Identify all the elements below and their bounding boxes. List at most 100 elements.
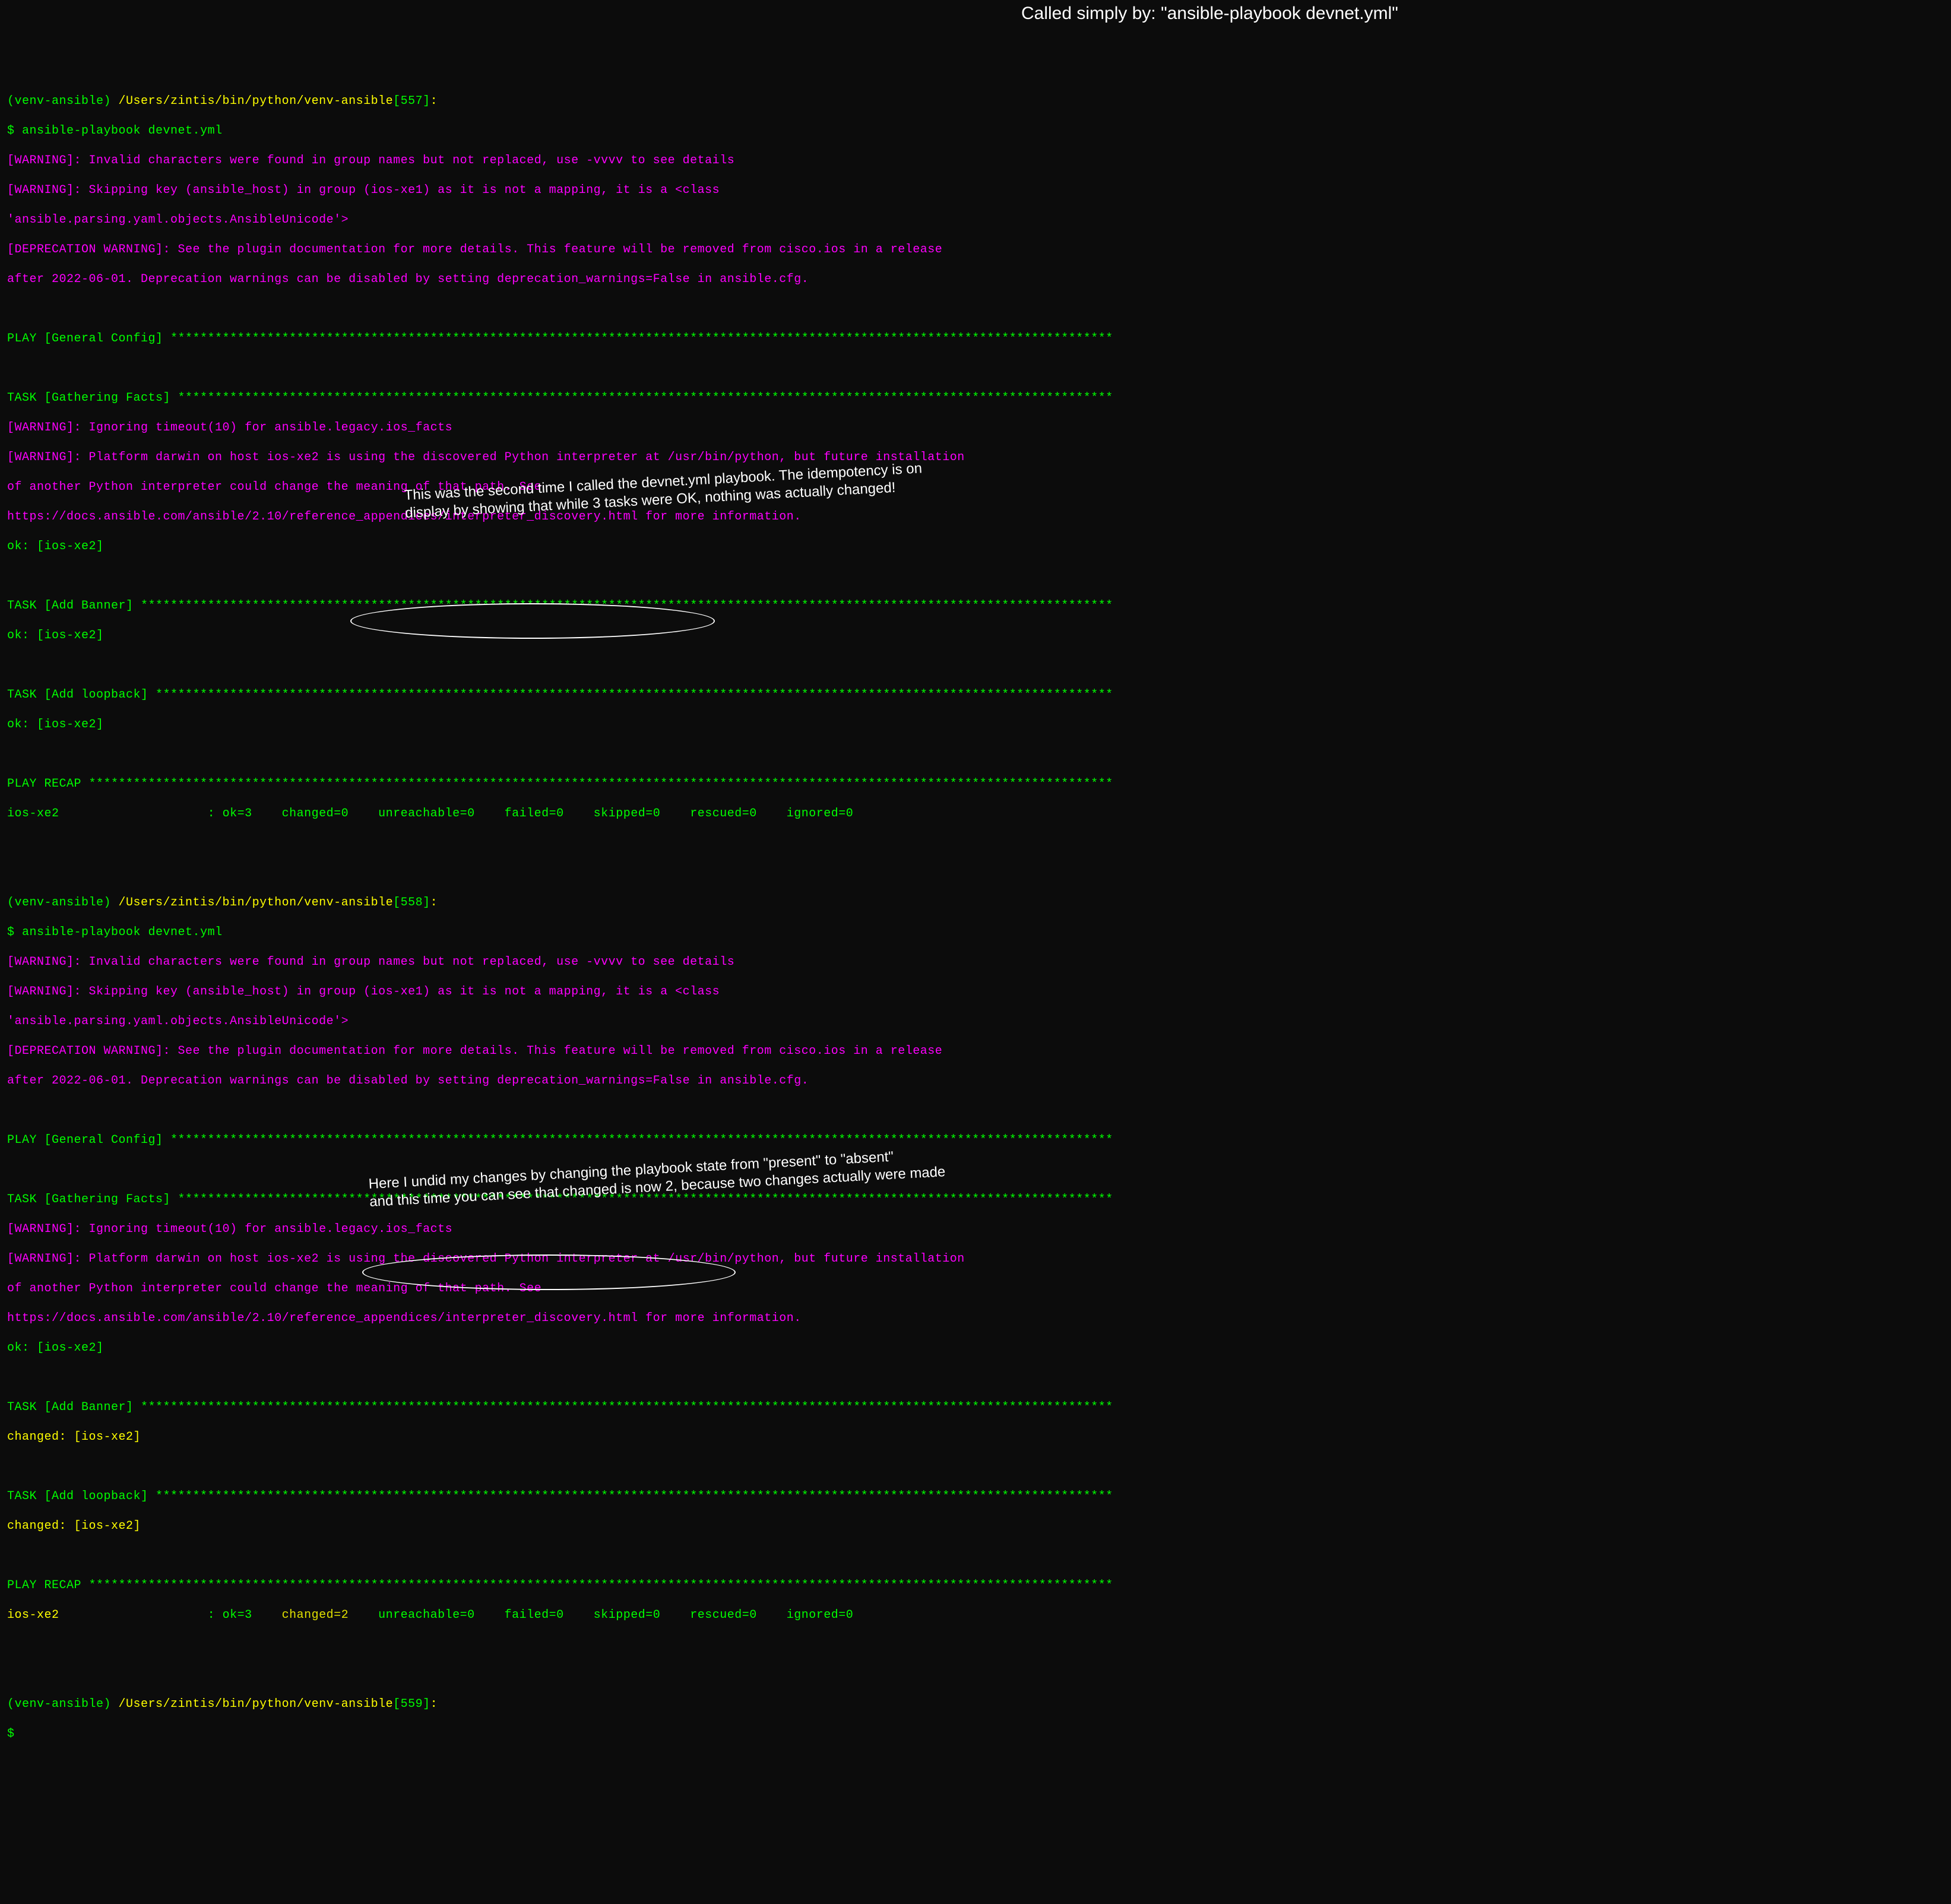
command-text: ansible-playbook devnet.yml (22, 124, 223, 138)
play-general-config: PLAY [General Config] ******************… (7, 331, 1944, 346)
warning-skipkey-l2: 'ansible.parsing.yaml.objects.AnsibleUni… (7, 213, 1944, 227)
ok-host-banner: ok: [ios-xe2] (7, 628, 1944, 643)
blank (7, 361, 1944, 376)
highlight-ellipse-recap-2 (362, 1254, 736, 1290)
task-label: TASK [Gathering Facts] (7, 1193, 178, 1206)
history-number: [559] (393, 1697, 430, 1711)
blank (7, 1637, 1944, 1652)
task-fill: ****************************************… (156, 688, 1113, 702)
prompt-dollar: $ (7, 1727, 15, 1741)
command-line-559[interactable]: $ (7, 1726, 1944, 1741)
venv-label: (venv-ansible) (7, 94, 119, 108)
cwd-path: /Users/zintis/bin/python/venv-ansible (119, 94, 394, 108)
blank (7, 1103, 1944, 1118)
play-general-config: PLAY [General Config] ******************… (7, 1133, 1944, 1148)
recap-host: ios-xe2 (7, 807, 208, 820)
recap-host: ios-xe2 (7, 1608, 208, 1622)
warning-platform-l2: of another Python interpreter could chan… (7, 1281, 1944, 1296)
recap-rest: unreachable=0 failed=0 skipped=0 rescued… (371, 807, 854, 820)
task-add-loopback: TASK [Add loopback] ********************… (7, 688, 1944, 702)
warning-platform-l3: https://docs.ansible.com/ansible/2.10/re… (7, 509, 1944, 524)
warning-groupnames: [WARNING]: Invalid characters were found… (7, 955, 1944, 970)
venv-label: (venv-ansible) (7, 1697, 119, 1711)
command-line-557[interactable]: $ ansible-playbook devnet.yml (7, 123, 1944, 138)
recap-changed: changed=2 (274, 1608, 371, 1622)
ok-host-loopback: ok: [ios-xe2] (7, 717, 1944, 732)
deprecation-warning-l1: [DEPRECATION WARNING]: See the plugin do… (7, 1044, 1944, 1059)
warning-skipkey-l1: [WARNING]: Skipping key (ansible_host) i… (7, 183, 1944, 198)
command-text: ansible-playbook devnet.yml (22, 926, 223, 939)
task-gathering-facts: TASK [Gathering Facts] *****************… (7, 391, 1944, 405)
recap-label: PLAY RECAP (7, 777, 89, 791)
play-label: PLAY [General Config] (7, 1133, 170, 1147)
task-add-banner: TASK [Add Banner] **********************… (7, 598, 1944, 613)
task-fill: ****************************************… (141, 1401, 1113, 1414)
task-label: TASK [Gathering Facts] (7, 391, 178, 405)
warning-skipkey-l1: [WARNING]: Skipping key (ansible_host) i… (7, 984, 1944, 999)
task-fill: ****************************************… (178, 391, 1113, 405)
play-recap-header: PLAY RECAP *****************************… (7, 777, 1944, 791)
highlight-ellipse-recap-1 (350, 603, 715, 639)
changed-host-loopback: changed: [ios-xe2] (7, 1519, 1944, 1534)
task-add-banner: TASK [Add Banner] **********************… (7, 1400, 1944, 1415)
play-recap-row-1: ios-xe2 : ok=3 changed=0 unreachable=0 f… (7, 806, 1944, 821)
warning-platform-l1: [WARNING]: Platform darwin on host ios-x… (7, 1252, 1944, 1266)
blank (7, 302, 1944, 316)
blank (7, 658, 1944, 673)
task-label: TASK [Add loopback] (7, 688, 156, 702)
recap-fill: ****************************************… (89, 1579, 1113, 1592)
task-add-loopback: TASK [Add loopback] ********************… (7, 1489, 1944, 1504)
task-gathering-facts: TASK [Gathering Facts] *****************… (7, 1192, 1944, 1207)
play-fill: ****************************************… (170, 332, 1113, 346)
recap-ok: ok=3 (223, 807, 275, 820)
blank (7, 747, 1944, 762)
recap-ok: ok=3 (223, 1608, 275, 1622)
blank (7, 1459, 1944, 1474)
recap-label: PLAY RECAP (7, 1579, 89, 1592)
blank (7, 1162, 1944, 1177)
blank (7, 569, 1944, 584)
deprecation-warning-l2: after 2022-06-01. Deprecation warnings c… (7, 272, 1944, 287)
recap-fill: ****************************************… (89, 777, 1113, 791)
prompt-line-559: (venv-ansible) /Users/zintis/bin/python/… (7, 1697, 1944, 1712)
blank (7, 1370, 1944, 1385)
overlay-caption-top: Called simply by: "ansible-playbook devn… (1021, 2, 1398, 25)
prompt-colon: : (430, 1697, 438, 1711)
deprecation-warning-l1: [DEPRECATION WARNING]: See the plugin do… (7, 242, 1944, 257)
venv-label: (venv-ansible) (7, 896, 119, 910)
recap-rest: unreachable=0 failed=0 skipped=0 rescued… (371, 1608, 854, 1622)
recap-sep: : (208, 1608, 223, 1622)
changed-host-banner: changed: [ios-xe2] (7, 1430, 1944, 1444)
command-line-558[interactable]: $ ansible-playbook devnet.yml (7, 925, 1944, 940)
prompt-colon: : (430, 94, 438, 108)
warning-skipkey-l2: 'ansible.parsing.yaml.objects.AnsibleUni… (7, 1014, 1944, 1029)
warning-timeout: [WARNING]: Ignoring timeout(10) for ansi… (7, 1222, 1944, 1237)
prompt-line-558: (venv-ansible) /Users/zintis/bin/python/… (7, 895, 1944, 910)
cwd-path: /Users/zintis/bin/python/venv-ansible (119, 1697, 394, 1711)
prompt-dollar: $ (7, 926, 22, 939)
play-recap-row-2: ios-xe2 : ok=3 changed=2 unreachable=0 f… (7, 1608, 1944, 1623)
warning-platform-l2: of another Python interpreter could chan… (7, 480, 1944, 495)
history-number: [558] (393, 896, 430, 910)
recap-changed: changed=0 (274, 807, 371, 820)
blank (7, 1548, 1944, 1563)
warning-platform-l1: [WARNING]: Platform darwin on host ios-x… (7, 450, 1944, 465)
task-fill: ****************************************… (156, 1490, 1113, 1503)
ok-host-facts: ok: [ios-xe2] (7, 539, 1944, 554)
cwd-path: /Users/zintis/bin/python/venv-ansible (119, 896, 394, 910)
task-label: TASK [Add loopback] (7, 1490, 156, 1503)
prompt-line-557: (venv-ansible) /Users/zintis/bin/python/… (7, 94, 1944, 109)
play-fill: ****************************************… (170, 1133, 1113, 1147)
play-recap-header: PLAY RECAP *****************************… (7, 1578, 1944, 1593)
terminal-window[interactable]: Called simply by: "ansible-playbook devn… (0, 0, 1951, 1904)
deprecation-warning-l2: after 2022-06-01. Deprecation warnings c… (7, 1073, 1944, 1088)
play-label: PLAY [General Config] (7, 332, 170, 346)
blank (7, 836, 1944, 851)
task-label: TASK [Add Banner] (7, 599, 141, 613)
history-number: [557] (393, 94, 430, 108)
task-label: TASK [Add Banner] (7, 1401, 141, 1414)
warning-platform-l3: https://docs.ansible.com/ansible/2.10/re… (7, 1311, 1944, 1326)
ok-host-facts: ok: [ios-xe2] (7, 1341, 1944, 1355)
warning-groupnames: [WARNING]: Invalid characters were found… (7, 153, 1944, 168)
prompt-colon: : (430, 896, 438, 910)
